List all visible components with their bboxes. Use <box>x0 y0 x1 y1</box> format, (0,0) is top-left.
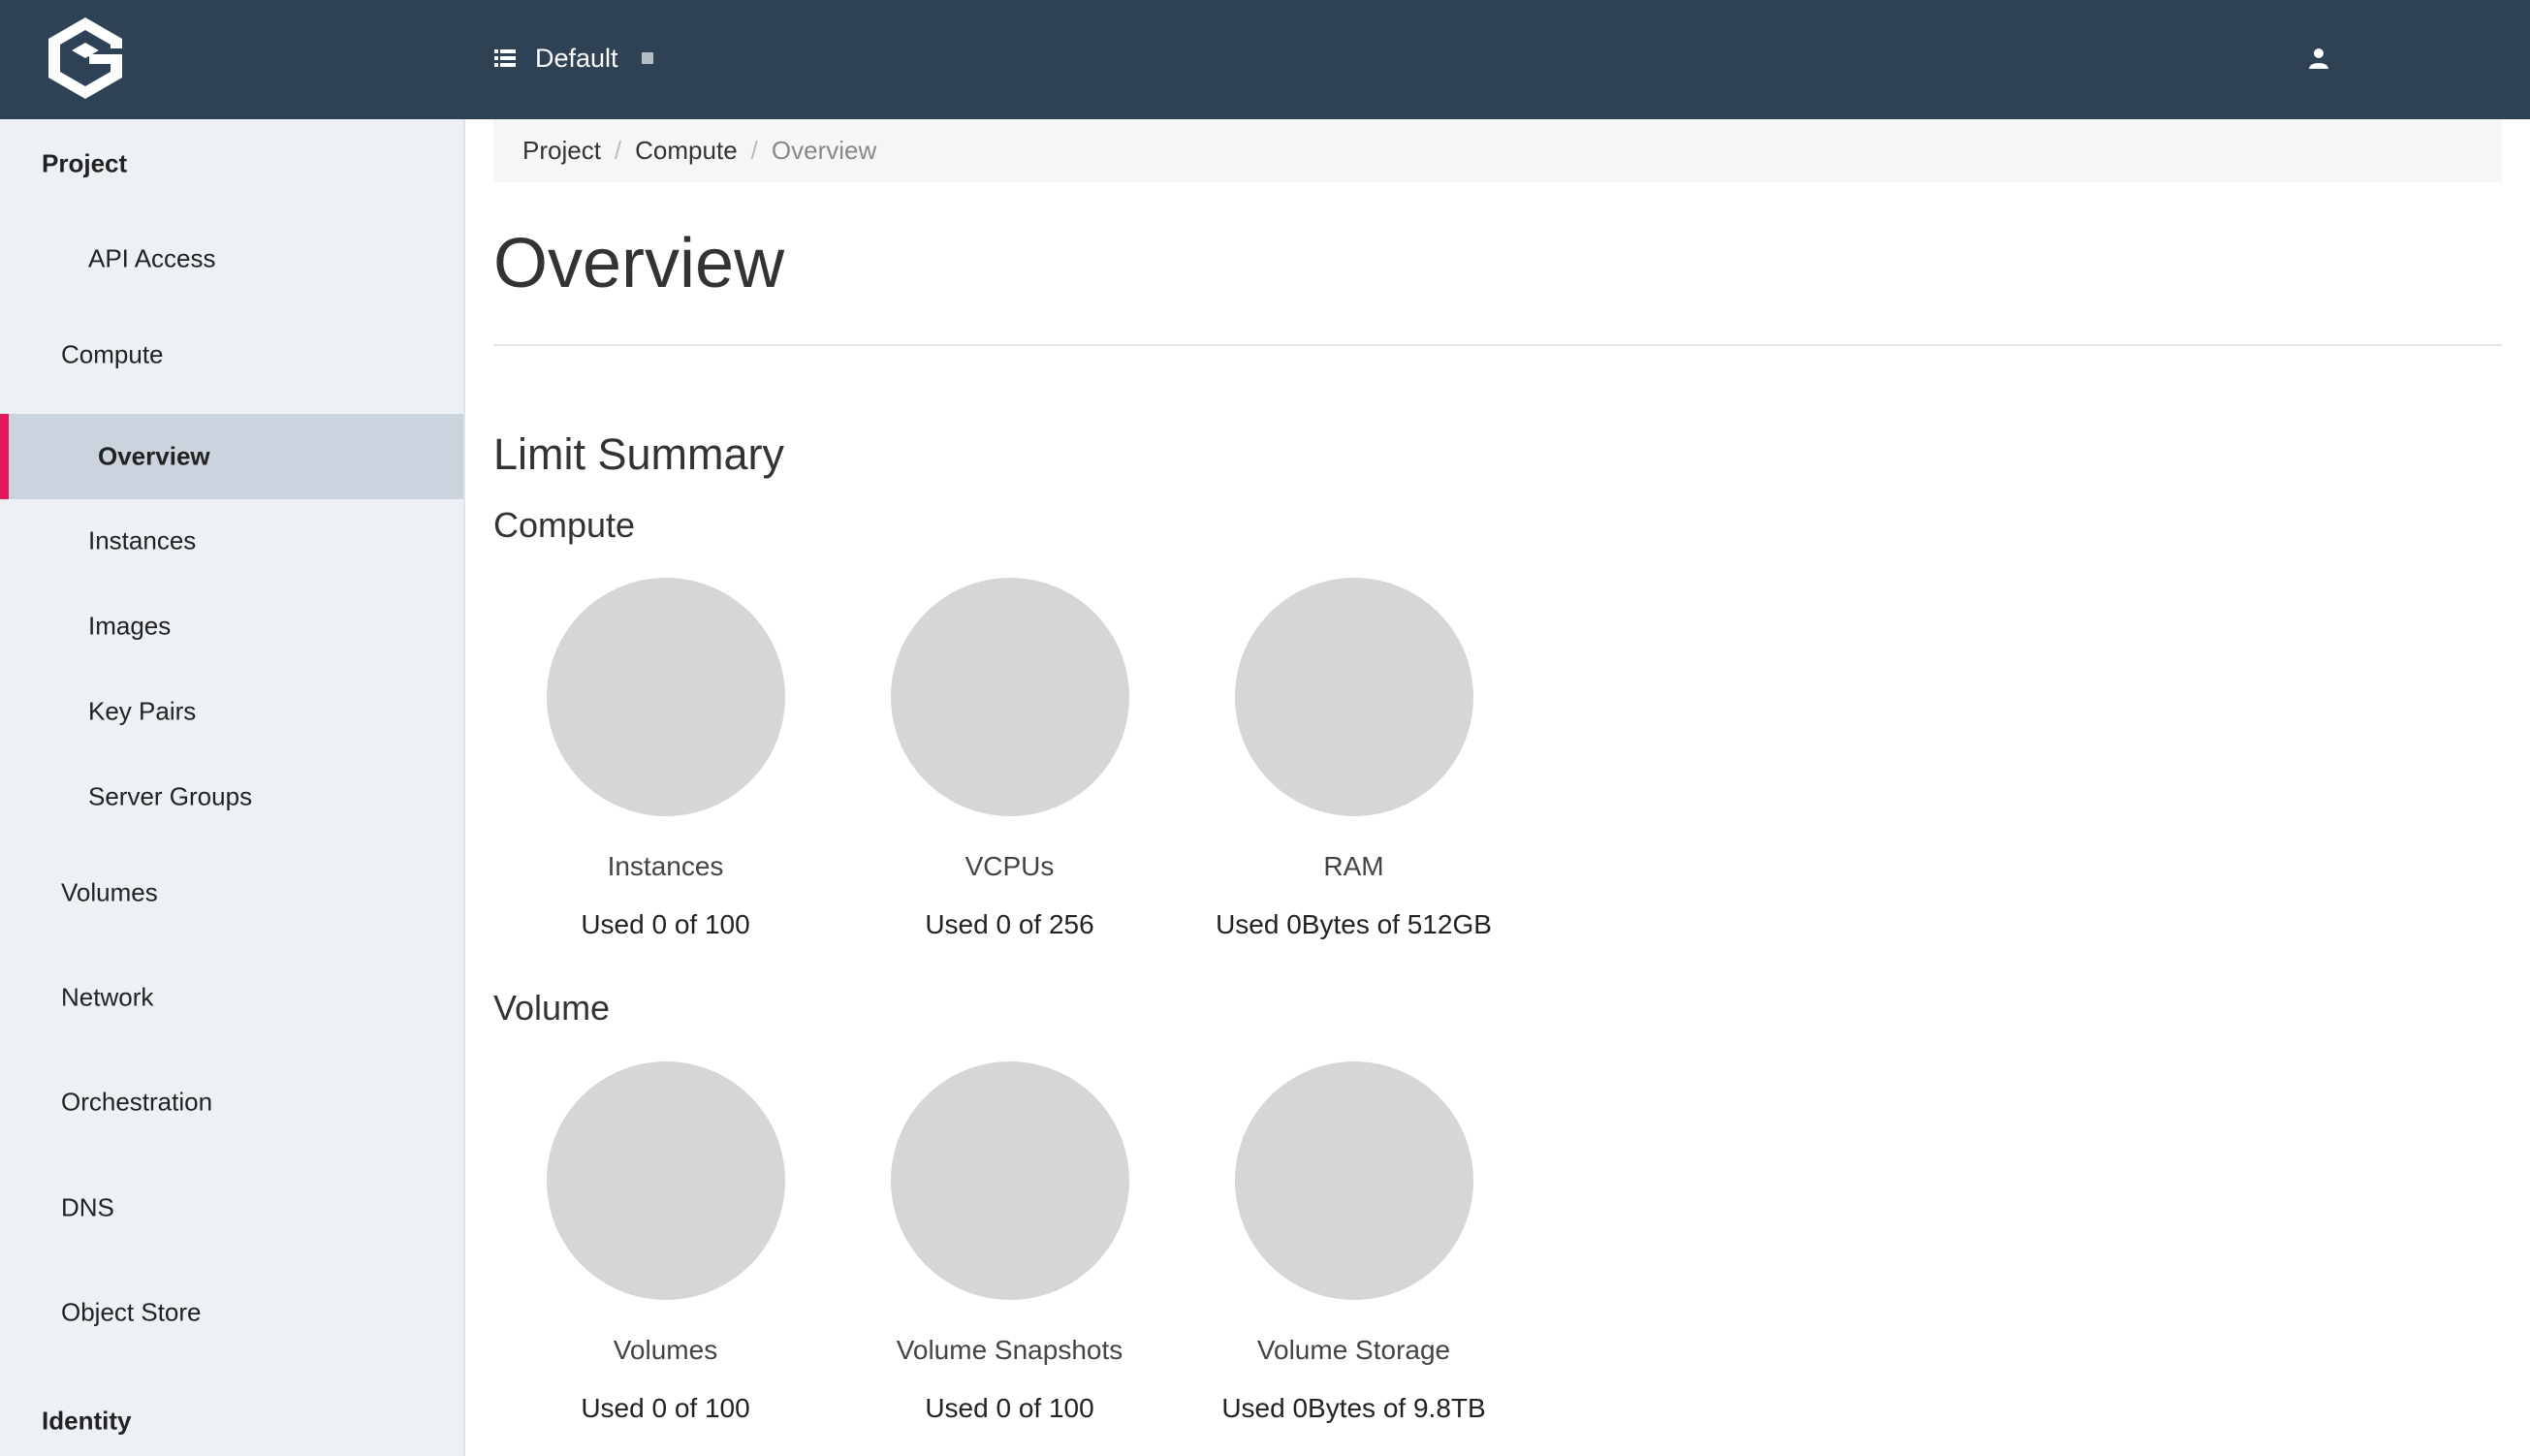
chart-usage-text: Used 0 of 100 <box>581 909 750 939</box>
chart-label: Volume Snapshots <box>896 1335 1123 1365</box>
sidebar-item-images[interactable]: Images <box>0 604 463 649</box>
volume-storage-pie-chart <box>1234 1061 1473 1300</box>
sidebar-item-label: Identity <box>42 1406 132 1436</box>
sidebar-group-compute[interactable]: Compute <box>0 332 463 377</box>
sidebar-item-label: Images <box>88 611 172 641</box>
volume-snapshots-pie-chart <box>890 1061 1129 1300</box>
sidebar-item-label: Key Pairs <box>88 696 197 726</box>
sidebar-heading-project[interactable]: Project <box>0 142 463 186</box>
chart-usage-text: Used 0 of 100 <box>581 1393 750 1423</box>
project-selector-dropdown[interactable]: Default <box>494 37 653 79</box>
sidebar-heading-identity[interactable]: Identity <box>0 1399 463 1443</box>
chart-label: VCPUs <box>965 851 1055 881</box>
sidebar-group-object-store[interactable]: Object Store <box>0 1290 463 1335</box>
sidebar-item-key-pairs[interactable]: Key Pairs <box>0 689 463 734</box>
chart-usage-text: Used 0Bytes of 9.8TB <box>1221 1393 1486 1423</box>
sidebar-item-label: Compute <box>61 339 164 369</box>
list-icon <box>494 49 516 67</box>
breadcrumb-link-project[interactable]: Project <box>522 136 601 166</box>
sidebar-item-label: Network <box>61 982 154 1012</box>
sidebar-group-network[interactable]: Network <box>0 975 463 1020</box>
chart-label: Volumes <box>613 1335 718 1365</box>
volume-storage-quota-chart: Volume Storage Used 0Bytes of 9.8TB <box>1182 1061 1526 1424</box>
ram-pie-chart <box>1234 578 1473 816</box>
limit-summary-heading: Limit Summary <box>493 429 785 479</box>
chart-usage-text: Used 0 of 256 <box>925 909 1094 939</box>
sidebar-item-api-access[interactable]: API Access <box>0 237 463 281</box>
sidebar-item-label: Project <box>42 148 128 178</box>
sidebar-item-label: Object Store <box>61 1297 202 1327</box>
sidebar-group-dns[interactable]: DNS <box>0 1186 463 1230</box>
chart-usage-text: Used 0 of 100 <box>925 1393 1094 1423</box>
breadcrumb-link-compute[interactable]: Compute <box>635 136 738 166</box>
instances-quota-chart: Instances Used 0 of 100 <box>493 578 838 940</box>
breadcrumb-separator: / <box>614 136 622 165</box>
sidebar-item-overview[interactable]: Overview <box>0 414 463 499</box>
breadcrumb: Project / Compute / Overview <box>493 119 2502 182</box>
sidebar-group-orchestration[interactable]: Orchestration <box>0 1080 463 1124</box>
volume-group-heading: Volume <box>493 988 611 1028</box>
vcpus-pie-chart <box>890 578 1129 816</box>
brand-logo-icon[interactable] <box>43 14 128 103</box>
sidebar-item-label: Volumes <box>61 877 158 907</box>
ram-quota-chart: RAM Used 0Bytes of 512GB <box>1182 578 1526 940</box>
volumes-quota-chart: Volumes Used 0 of 100 <box>493 1061 838 1424</box>
project-name: Default <box>535 43 618 73</box>
vcpus-quota-chart: VCPUs Used 0 of 256 <box>838 578 1182 940</box>
instances-pie-chart <box>546 578 785 816</box>
chart-label: RAM <box>1323 851 1384 881</box>
chart-label: Instances <box>607 851 724 881</box>
user-menu-icon[interactable] <box>2307 47 2330 70</box>
compute-group-heading: Compute <box>493 505 636 545</box>
chart-label: Volume Storage <box>1256 1335 1451 1365</box>
sidebar-nav: Project API Access Compute Overview Inst… <box>0 119 465 1456</box>
breadcrumb-separator: / <box>750 136 758 165</box>
title-divider <box>493 344 2502 346</box>
sidebar-item-label: API Access <box>88 243 216 273</box>
volume-snapshots-quota-chart: Volume Snapshots Used 0 of 100 <box>838 1061 1182 1424</box>
dropdown-caret-icon <box>641 52 653 64</box>
breadcrumb-current: Overview <box>771 136 877 165</box>
sidebar-item-label: Orchestration <box>61 1087 213 1117</box>
sidebar-group-volumes[interactable]: Volumes <box>0 870 463 915</box>
sidebar-item-label: DNS <box>61 1192 114 1222</box>
sidebar-item-server-groups[interactable]: Server Groups <box>0 775 463 819</box>
volumes-pie-chart <box>546 1061 785 1300</box>
sidebar-item-label: Instances <box>88 525 197 555</box>
sidebar-item-label: Server Groups <box>88 781 253 811</box>
page-title: Overview <box>493 225 785 302</box>
sidebar-item-label: Overview <box>98 441 210 471</box>
chart-usage-text: Used 0Bytes of 512GB <box>1216 909 1492 939</box>
top-navbar: Default <box>0 0 2530 119</box>
sidebar-item-instances[interactable]: Instances <box>0 519 463 563</box>
